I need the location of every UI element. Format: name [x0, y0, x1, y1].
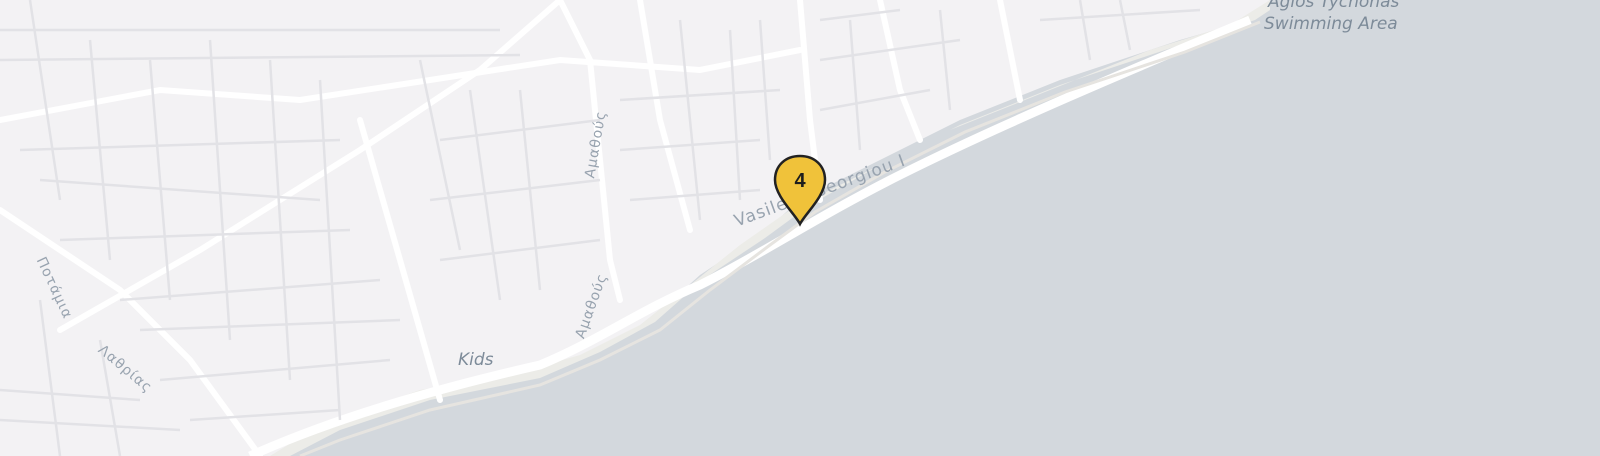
place-label-swimming-area: Swimming Area	[1264, 14, 1398, 34]
land-area	[0, 0, 1270, 456]
map-view[interactable]: Agios Tychonas Swimming Area Kids Vasile…	[0, 0, 1600, 456]
cluster-marker[interactable]: 4	[771, 154, 829, 228]
place-label-kids: Kids	[458, 350, 494, 370]
map-base	[0, 0, 1270, 456]
cluster-count: 4	[794, 170, 806, 192]
place-label-agios-tychonas: Agios Tychonas	[1268, 0, 1400, 12]
